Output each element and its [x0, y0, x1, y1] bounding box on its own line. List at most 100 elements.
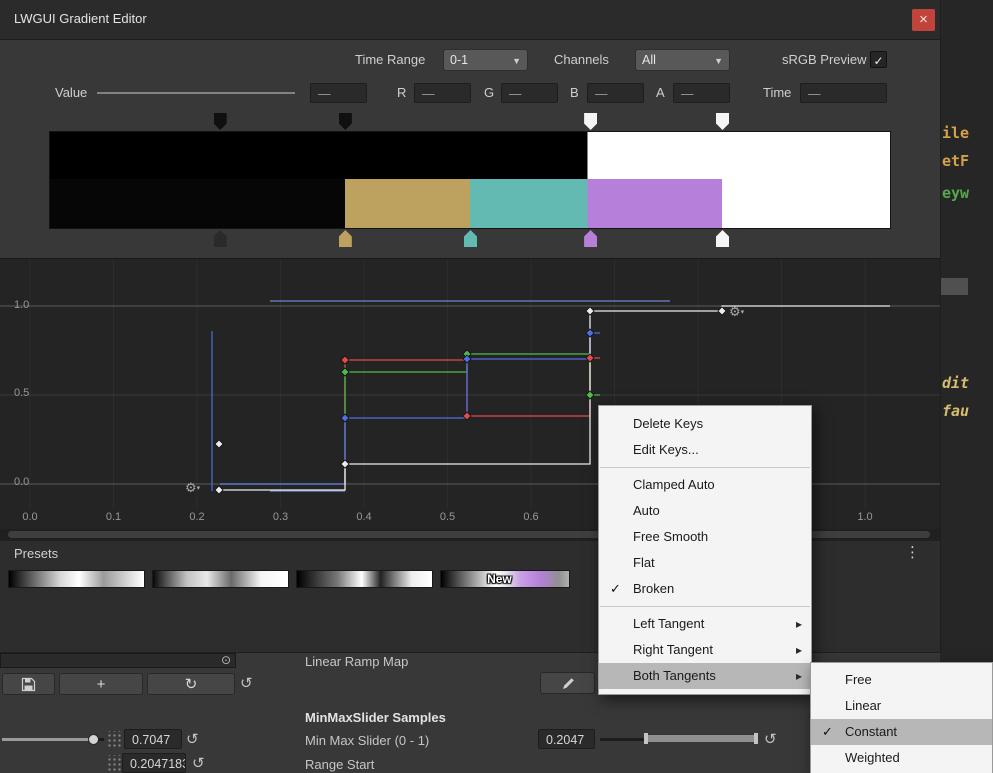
minmax-handle-min[interactable]: [644, 733, 648, 744]
curve-key-alpha[interactable]: [718, 307, 726, 315]
menu-item-flat[interactable]: Flat: [599, 550, 811, 576]
add-ramp-button[interactable]: +: [59, 673, 143, 695]
undo-button[interactable]: ↺: [186, 730, 199, 748]
code-editor-scrollbar[interactable]: [940, 278, 968, 295]
curve-key-red[interactable]: [341, 356, 349, 364]
color-key-marker[interactable]: [584, 230, 597, 247]
gear-icon: ⚙: [185, 480, 197, 495]
background-code-editor: ileetFeywditfau: [940, 0, 993, 773]
color-key-marker[interactable]: [339, 230, 352, 247]
value-slider[interactable]: [97, 92, 295, 94]
edit-ramp-button[interactable]: [540, 672, 595, 694]
menu-item-weighted[interactable]: Weighted: [811, 745, 992, 771]
slider-value-field[interactable]: 0.7047: [124, 729, 182, 749]
preset-swatch[interactable]: [8, 570, 145, 588]
curve-key-alpha[interactable]: [215, 440, 223, 448]
ramp-preview-bar[interactable]: [0, 653, 236, 668]
curve-key-green[interactable]: [586, 391, 594, 399]
menu-item-label: Left Tangent: [633, 616, 704, 631]
minmax-handle-max[interactable]: [754, 733, 758, 744]
curve-wrap-gear-icon[interactable]: ⚙▾: [729, 305, 744, 319]
menu-item-free[interactable]: Free: [811, 667, 992, 693]
minmax-value-field[interactable]: 0.2047: [538, 729, 595, 749]
color-key-marker[interactable]: [464, 230, 477, 247]
menu-item-edit-keys[interactable]: Edit Keys...: [599, 437, 811, 463]
x-axis-tick-label: 0.3: [268, 511, 294, 523]
curve-wrap-gear-icon[interactable]: ⚙▾: [185, 481, 200, 495]
alpha-key-marker[interactable]: [716, 113, 729, 130]
x-axis-tick-label: 0.0: [17, 511, 43, 523]
curve-key-alpha[interactable]: [215, 486, 223, 494]
slider-handle[interactable]: [88, 734, 99, 745]
menu-item-constant[interactable]: ✓Constant: [811, 719, 992, 745]
range-start-value-field[interactable]: 0.2047183: [122, 753, 186, 773]
r-label: R: [397, 85, 406, 100]
menu-item-free-smooth[interactable]: Free Smooth: [599, 524, 811, 550]
undo-button[interactable]: ↺: [764, 730, 777, 748]
curve-key-green[interactable]: [341, 368, 349, 376]
curve-key-red[interactable]: [463, 412, 471, 420]
color-key-marker[interactable]: [214, 230, 227, 247]
curve-key-alpha[interactable]: [341, 460, 349, 468]
menu-item-label: Linear: [845, 698, 881, 713]
minmax-slider-range[interactable]: [648, 735, 755, 742]
alpha-key-marker[interactable]: [339, 113, 352, 130]
submenu-arrow-icon: ▸: [796, 611, 802, 637]
srgb-checkbox[interactable]: ✓: [870, 51, 887, 68]
b-label: B: [570, 85, 579, 100]
preset-swatch[interactable]: [152, 570, 289, 588]
floppy-save-icon: [21, 677, 36, 692]
menu-item-auto[interactable]: Auto: [599, 498, 811, 524]
g-field[interactable]: —: [501, 83, 558, 103]
menu-item-linear[interactable]: Linear: [811, 693, 992, 719]
curve-key-red[interactable]: [586, 354, 594, 362]
menu-item-broken[interactable]: ✓Broken: [599, 576, 811, 602]
alpha-key-marker[interactable]: [214, 113, 227, 130]
time-field[interactable]: —: [800, 83, 887, 103]
undo-button[interactable]: ↺: [240, 674, 253, 692]
time-range-dropdown[interactable]: 0-1 ▼: [443, 49, 528, 71]
color-key-marker[interactable]: [716, 230, 729, 247]
menu-item-label: Flat: [633, 555, 655, 570]
menu-item-label: Auto: [633, 503, 660, 518]
menu-item-label: Both Tangents: [633, 668, 716, 683]
curve-red[interactable]: [220, 358, 600, 484]
title-bar: LWGUI Gradient Editor ×: [0, 0, 940, 40]
slider-fill: [2, 738, 94, 741]
channels-dropdown[interactable]: All ▼: [635, 49, 730, 71]
b-field[interactable]: —: [587, 83, 644, 103]
value-field[interactable]: —: [310, 83, 367, 103]
menu-item-left-tangent[interactable]: Left Tangent ▸: [599, 611, 811, 637]
curve-key-blue[interactable]: [463, 355, 471, 363]
minmax-section-title: MinMaxSlider Samples: [305, 710, 446, 725]
kebab-menu-icon[interactable]: ⋮: [905, 543, 920, 561]
curve-key-blue[interactable]: [586, 329, 594, 337]
alpha-keys-row: [50, 112, 890, 130]
alpha-key-marker[interactable]: [584, 113, 597, 130]
undo-button[interactable]: ↺: [192, 754, 205, 772]
menu-item-right-tangent[interactable]: Right Tangent▸: [599, 637, 811, 663]
refresh-ramp-button[interactable]: ↻: [147, 673, 235, 695]
refresh-icon: ↻: [185, 676, 198, 693]
save-ramp-button[interactable]: [2, 673, 55, 695]
menu-item-delete-keys[interactable]: Delete Keys: [599, 411, 811, 437]
range-start-label: Range Start: [305, 757, 374, 772]
curve-key-alpha[interactable]: [586, 307, 594, 315]
gradient-strip[interactable]: [50, 132, 890, 228]
menu-item-both-tangents[interactable]: Both Tangents▸: [599, 663, 811, 689]
x-axis-tick-label: 0.4: [351, 511, 377, 523]
ramp-picker-icon[interactable]: ⊙: [221, 653, 231, 667]
alpha-strip: [50, 132, 890, 179]
preset-swatch[interactable]: New: [440, 570, 570, 588]
value-label: Value: [55, 85, 87, 100]
a-label: A: [656, 85, 665, 100]
r-field[interactable]: —: [414, 83, 471, 103]
close-button[interactable]: ×: [912, 9, 935, 31]
a-field[interactable]: —: [673, 83, 730, 103]
pencil-icon: [561, 677, 575, 691]
curve-key-blue[interactable]: [341, 414, 349, 422]
curve-blue[interactable]: [220, 333, 600, 484]
menu-item-clamped-auto[interactable]: Clamped Auto: [599, 472, 811, 498]
color-keys-row: [50, 230, 890, 248]
preset-swatch[interactable]: [296, 570, 433, 588]
